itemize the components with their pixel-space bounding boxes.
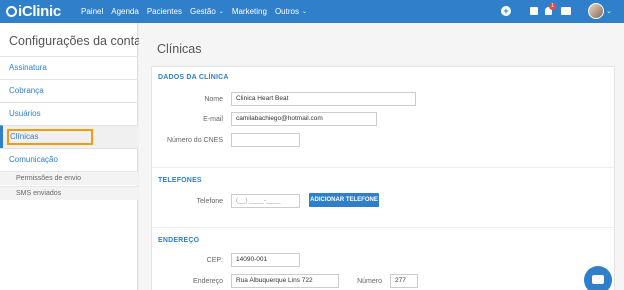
- section-title-endereco: ENDEREÇO: [158, 237, 200, 244]
- nav-label: Agenda: [111, 7, 139, 16]
- highlight-box: [7, 129, 93, 145]
- nav-item-pacientes[interactable]: Pacientes: [147, 7, 182, 16]
- email-label: E-mail: [203, 116, 223, 123]
- nav-item-gestao[interactable]: Gestão ⌄: [190, 7, 224, 16]
- plus-icon[interactable]: +: [501, 6, 511, 16]
- nav-item-agenda[interactable]: Agenda: [111, 7, 139, 16]
- nav-label: Gestão: [189, 7, 216, 16]
- chevron-down-icon[interactable]: ⌄: [606, 7, 612, 15]
- divider: [152, 167, 614, 168]
- sidebar-subitem-sms[interactable]: SMS enviados: [0, 186, 138, 200]
- nome-field[interactable]: Clinica Heart Beat: [231, 92, 416, 106]
- cnes-field[interactable]: [231, 133, 300, 147]
- nav-item-outros[interactable]: Outros ⌄: [275, 7, 307, 16]
- gift-icon[interactable]: [530, 7, 538, 15]
- chevron-down-icon: ⌄: [301, 9, 307, 15]
- sidebar-item-assinatura[interactable]: Assinatura: [0, 56, 138, 79]
- sidebar-item-comunicacao[interactable]: Comunicação: [0, 148, 138, 171]
- numero-label: Número: [357, 278, 382, 285]
- settings-sidebar: Configurações da conta Assinatura Cobran…: [0, 23, 142, 290]
- endereco-label: Endereço: [193, 278, 223, 285]
- endereco-field[interactable]: Rua Albuquerque Lins 722: [231, 274, 339, 288]
- nav-label: Marketing: [231, 7, 267, 16]
- sidebar-item-clinicas[interactable]: Clínicas: [0, 125, 138, 148]
- numero-field[interactable]: 277: [390, 274, 418, 288]
- cnes-label: Número do CNES: [166, 137, 223, 144]
- email-field[interactable]: camilabachiego@hotmail.com: [231, 112, 377, 126]
- section-title-dados: DADOS DA CLÍNICA: [158, 74, 229, 81]
- notification-badge: 1: [549, 3, 556, 10]
- sidebar-item-usuarios[interactable]: Usuários: [0, 102, 138, 125]
- chat-icon: [592, 275, 604, 284]
- nav-label: Pacientes: [146, 7, 182, 16]
- sidebar-item-cobranca[interactable]: Cobrança: [0, 79, 138, 102]
- telefone-label: Telefone: [196, 198, 223, 205]
- cep-field[interactable]: 14090-001: [231, 253, 300, 267]
- logo-icon: [6, 6, 17, 17]
- clinic-form-card: DADOS DA CLÍNICA Nome Clinica Heart Beat…: [151, 66, 615, 290]
- nav-item-marketing[interactable]: Marketing: [232, 7, 267, 16]
- nav-label: Outros: [274, 7, 299, 16]
- chat-icon[interactable]: [561, 7, 571, 15]
- main-nav: Painel Agenda Pacientes Gestão ⌄ Marketin…: [81, 0, 315, 23]
- cep-label: CEP:: [206, 257, 223, 264]
- top-navbar: iClinic Painel Agenda Pacientes Gestão ⌄ …: [0, 0, 624, 23]
- brand-name: iClinic: [18, 3, 61, 20]
- avatar[interactable]: [588, 3, 604, 19]
- nav-label: Painel: [81, 7, 104, 16]
- chevron-down-icon: ⌄: [218, 9, 224, 15]
- sidebar-title: Configurações da conta: [9, 34, 142, 48]
- chat-widget-button[interactable]: [584, 266, 612, 290]
- add-phone-button[interactable]: ADICIONAR TELEFONE: [309, 193, 379, 207]
- nome-label: Nome: [204, 96, 223, 103]
- divider: [152, 227, 614, 228]
- section-title-telefones: TELEFONES: [158, 177, 202, 184]
- nav-item-painel[interactable]: Painel: [81, 7, 103, 16]
- telefone-field[interactable]: (__) ____-____: [231, 194, 300, 208]
- page-title: Clínicas: [157, 42, 202, 56]
- logo[interactable]: iClinic: [6, 2, 61, 21]
- sidebar-subitem-permissoes[interactable]: Permissões de envio: [0, 171, 138, 185]
